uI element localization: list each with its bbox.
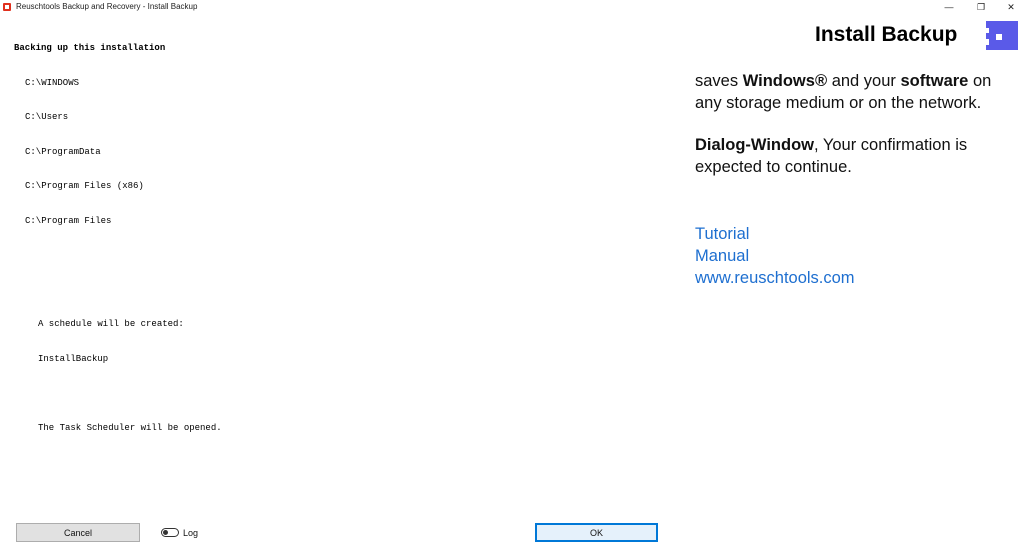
log-toggle-label: Log <box>183 528 199 538</box>
log-toggle[interactable] <box>161 528 179 537</box>
info-paragraph-2: Dialog-Window, Your confirmation is expe… <box>695 136 968 176</box>
ok-button[interactable]: OK <box>535 523 658 542</box>
log-path: C:\Program Files <box>25 215 112 226</box>
title-bar: Reuschtools Backup and Recovery - Instal… <box>0 0 1024 14</box>
manual-link[interactable]: Manual <box>695 245 855 267</box>
log-path: C:\ProgramData <box>25 146 101 157</box>
log-path: C:\Program Files (x86) <box>25 181 144 191</box>
tutorial-link[interactable]: Tutorial <box>695 223 855 245</box>
window-title: Reuschtools Backup and Recovery - Instal… <box>16 2 198 11</box>
backup-log: Backing up this installation C:\WINDOWS … <box>14 20 222 446</box>
log-schedule-name: InstallBackup <box>38 353 109 364</box>
app-icon <box>3 3 11 11</box>
log-schedule-line: A schedule will be created: <box>38 319 184 329</box>
info-text: saves Windows® and your software on any … <box>695 70 1010 198</box>
close-icon[interactable]: ✕ <box>996 0 1024 14</box>
help-links: Tutorial Manual www.reuschtools.com <box>695 223 855 289</box>
log-scheduler-line: The Task Scheduler will be opened. <box>38 422 222 433</box>
log-path: C:\Users <box>25 112 69 122</box>
log-heading: Backing up this installation <box>14 43 166 53</box>
page-title: Install Backup <box>815 23 958 46</box>
restore-icon[interactable]: ❐ <box>966 0 996 14</box>
cancel-button[interactable]: Cancel <box>16 523 140 542</box>
log-path: C:\WINDOWS <box>25 77 80 88</box>
website-link[interactable]: www.reuschtools.com <box>695 267 855 289</box>
minimize-icon[interactable]: — <box>934 0 964 14</box>
reuschtools-logo <box>986 21 1018 50</box>
info-paragraph-1: saves Windows® and your software on any … <box>695 72 992 112</box>
